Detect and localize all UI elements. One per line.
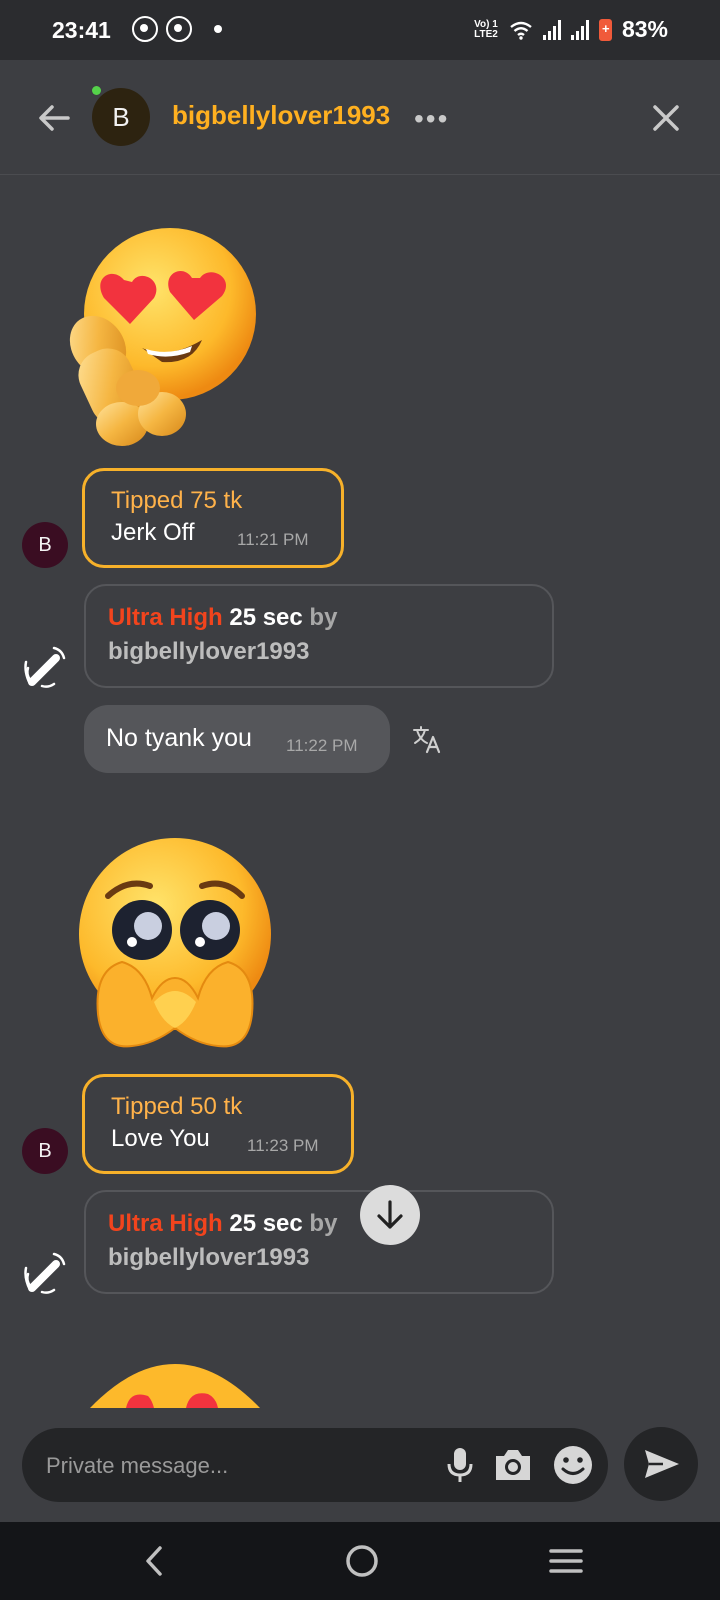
message-time: 11:21 PM [237,530,309,549]
avatar-letter: B [112,101,130,132]
duration: 25 sec [229,604,303,631]
tip-message: Tipped 75 tk Jerk Off 11:21 PM [82,468,344,568]
close-icon[interactable] [650,102,682,134]
whatsapp-icon-2 [166,16,192,42]
message-input[interactable] [44,1446,428,1486]
more-notifications-dot [214,25,222,33]
heart-eyes-emoji [90,1364,260,1408]
microphone-icon[interactable] [442,1446,478,1484]
sender-avatar[interactable]: B [22,522,68,568]
battery-icon [598,18,612,41]
status-bar: 23:41 Vo) 1 LTE2 83% [0,0,720,60]
toy-activation-message: Ultra High 25 sec by bigbellylover1993 [84,584,554,688]
message-time: 11:23 PM [247,1136,319,1155]
arrow-down-icon [377,1200,403,1229]
sender-avatar[interactable]: B [22,1128,68,1174]
message-time: 11:22 PM [286,736,358,755]
intensity-level: Ultra High [108,604,223,631]
notification-icons [132,16,222,42]
toy-activation-message: Ultra High 25 sec by bigbellylover1993 [84,1190,554,1294]
duration: 25 sec [229,1210,303,1237]
toy-activation-line: Ultra High 25 sec by [108,604,337,632]
battery-level: 83% [621,16,668,42]
whatsapp-icon [132,16,158,42]
system-nav-bar [0,1522,720,1600]
send-button[interactable] [624,1427,698,1501]
tip-amount: Tipped 50 tk [111,1093,243,1120]
intensity-level: Ultra High [108,1210,223,1237]
signal-icon-2 [570,19,589,40]
tip-text: Jerk Off [111,519,195,546]
by-label: by [309,1210,338,1237]
by-label: by [309,604,338,631]
camera-icon[interactable] [492,1446,534,1484]
chat-message-bubble[interactable]: No tyank you 11:22 PM [84,705,390,773]
emoji-picker-icon[interactable] [552,1444,594,1486]
activation-user: bigbellylover1993 [108,638,310,665]
activation-user: bigbellylover1993 [108,1244,310,1271]
vibration-toy-icon [24,646,66,688]
avatar-letter: B [38,533,52,556]
heart-eyes-emoji [69,228,256,446]
tip-message: Tipped 50 tk Love You 11:23 PM [82,1074,354,1174]
wifi-icon [510,21,532,40]
online-status-dot [92,86,101,95]
pleading-heart-hands-emoji [79,838,271,1048]
volte-icon: Vo) 1 LTE2 [474,18,498,40]
status-time: 23:41 [52,17,111,43]
chat-username[interactable]: bigbellylover1993 [172,100,390,131]
message-composer [22,1428,608,1502]
scroll-to-bottom-button[interactable] [360,1185,420,1245]
chat-header: B bigbellylover1993 ••• [0,60,720,175]
send-icon [645,1450,679,1478]
nav-back-icon[interactable] [136,1542,172,1580]
nav-home-icon[interactable] [342,1541,382,1581]
avatar[interactable]: B [92,88,150,146]
avatar-letter: B [38,1139,52,1162]
status-indicators: Vo) 1 LTE2 83% [473,16,668,43]
nav-recents-icon[interactable] [548,1546,584,1576]
more-options-button[interactable]: ••• [414,103,449,135]
tip-text: Love You [111,1125,210,1152]
message-text: No tyank you [106,724,252,752]
toy-activation-line: Ultra High 25 sec by [108,1210,337,1238]
vibration-toy-icon [24,1252,66,1294]
translate-icon[interactable] [412,724,442,754]
back-arrow-icon[interactable] [34,98,74,138]
signal-icon [542,19,561,40]
tip-amount: Tipped 75 tk [111,487,243,514]
